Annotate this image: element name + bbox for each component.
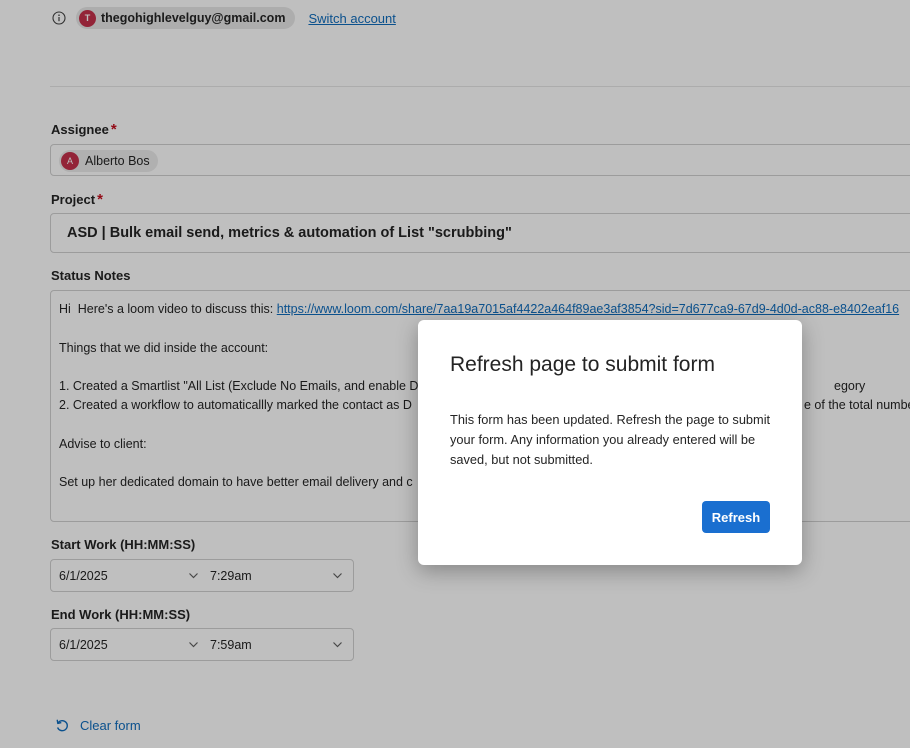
- refresh-dialog: Refresh page to submit form This form ha…: [418, 320, 802, 565]
- refresh-button[interactable]: Refresh: [702, 501, 770, 533]
- dialog-message: This form has been updated. Refresh the …: [450, 412, 771, 467]
- dialog-title: Refresh page to submit form: [450, 353, 715, 376]
